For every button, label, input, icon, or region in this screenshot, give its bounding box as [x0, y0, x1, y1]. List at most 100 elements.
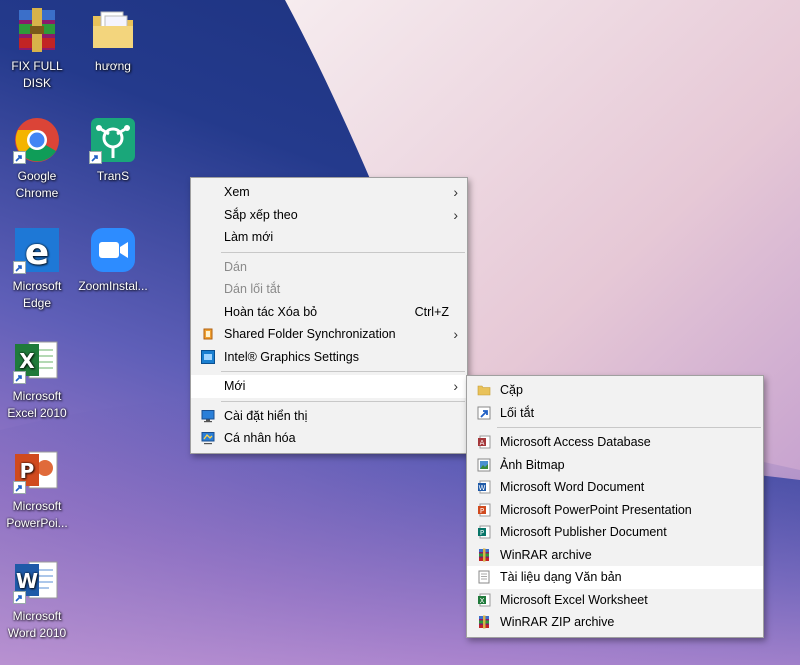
menu-separator [497, 427, 761, 428]
svg-text:X: X [480, 597, 485, 605]
menu-item-view[interactable]: Xem › [191, 181, 467, 204]
svg-text:W: W [16, 569, 38, 593]
svg-text:X: X [19, 349, 35, 373]
new-item-shortcut[interactable]: Lối tắt [467, 402, 763, 425]
new-item-text-document[interactable]: Tài liệu dạng Văn bản [467, 566, 763, 589]
folder-icon [89, 6, 137, 54]
shortcut-arrow-icon [13, 591, 26, 604]
desktop-context-menu: Xem › Sắp xếp theo › Làm mới Dán Dán lối… [190, 177, 468, 454]
menu-item-label: Ảnh Bitmap [500, 457, 565, 472]
menu-item-label: Cá nhân hóa [224, 431, 296, 445]
menu-item-label: Làm mới [224, 230, 274, 244]
menu-item-label: Cài đặt hiển thị [224, 408, 308, 423]
desktop-icon-fix-full-disk[interactable]: FIX FULL DISK [0, 6, 74, 92]
new-item-access-database[interactable]: A Microsoft Access Database [467, 431, 763, 454]
menu-item-label: Cặp [500, 383, 523, 397]
shortcut-arrow-icon [13, 481, 26, 494]
menu-separator [221, 400, 465, 402]
shortcut-arrow-icon [13, 261, 26, 274]
publisher-doc-icon: P [477, 525, 491, 539]
menu-item-label: Microsoft PowerPoint Presentation [500, 502, 692, 517]
desktop-icon-label: hương [95, 59, 131, 73]
winrar-icon [477, 548, 491, 562]
menu-item-personalize[interactable]: Cá nhân hóa [191, 427, 467, 450]
menu-separator [221, 371, 465, 372]
text-doc-icon [477, 570, 491, 584]
menu-separator [221, 251, 465, 253]
zoom-icon [89, 226, 137, 274]
svg-text:W: W [479, 484, 486, 492]
shortcut-arrow-icon [13, 151, 26, 164]
excel-doc-icon: X [477, 593, 491, 607]
svg-text:e: e [25, 232, 49, 273]
desktop-icon-microsoft-word[interactable]: W Microsoft Word 2010 [0, 556, 74, 642]
chrome-icon [13, 116, 61, 164]
winrar-icon [13, 6, 61, 54]
menu-item-refresh[interactable]: Làm mới [191, 226, 467, 249]
desktop-icon-label: Microsoft PowerPoi... [6, 499, 68, 530]
chevron-right-icon: › [453, 378, 458, 394]
svg-text:P: P [20, 459, 35, 483]
folder-icon [477, 383, 491, 397]
menu-item-label: Microsoft Excel Worksheet [500, 592, 648, 607]
word-icon: W [13, 556, 61, 604]
desktop-icon-label: Microsoft Edge [12, 279, 62, 310]
menu-item-sort-by[interactable]: Sắp xếp theo › [191, 204, 467, 227]
menu-item-label: Dán [224, 259, 247, 274]
menu-item-label: Microsoft Publisher Document [500, 525, 667, 539]
access-icon: A [477, 435, 491, 449]
menu-item-label: Mới [224, 379, 246, 393]
menu-item-paste-shortcut[interactable]: Dán lối tắt [191, 278, 467, 301]
menu-item-paste[interactable]: Dán [191, 256, 467, 279]
desktop-icon-huong[interactable]: hương [76, 6, 150, 75]
svg-text:P: P [480, 529, 484, 537]
winrar-zip-icon [477, 615, 491, 629]
menu-item-intel-graphics[interactable]: Intel® Graphics Settings [191, 346, 467, 369]
new-item-excel-worksheet[interactable]: X Microsoft Excel Worksheet [467, 589, 763, 612]
new-submenu: Cặp Lối tắt A Microsoft Access Database … [466, 375, 764, 638]
svg-text:P: P [480, 507, 484, 515]
desktop[interactable]: FIX FULL DISK hương Google Chrome TranS … [0, 0, 800, 665]
desktop-icon-microsoft-edge[interactable]: e Microsoft Edge [0, 226, 74, 312]
powerpoint-icon: P [13, 446, 61, 494]
desktop-icon-google-chrome[interactable]: Google Chrome [0, 116, 74, 202]
chevron-right-icon: › [453, 184, 458, 200]
new-item-folder[interactable]: Cặp [467, 379, 763, 402]
menu-item-label: Hoàn tác Xóa bỏ [224, 304, 318, 319]
personalize-icon [201, 431, 215, 445]
menu-item-label: WinRAR archive [500, 547, 592, 562]
desktop-icon-label: Microsoft Word 2010 [7, 609, 67, 640]
menu-item-undo-delete[interactable]: Hoàn tác Xóa bỏ Ctrl+Z [191, 301, 467, 324]
desktop-icon-trans[interactable]: TranS [76, 116, 150, 185]
new-item-winrar-archive[interactable]: WinRAR archive [467, 544, 763, 567]
trans-icon [89, 116, 137, 164]
menu-item-label: Xem [224, 185, 250, 199]
menu-item-shared-folder-sync[interactable]: Shared Folder Synchronization › [191, 323, 467, 346]
edge-icon: e [13, 226, 61, 274]
shortcut-icon [477, 406, 491, 420]
excel-icon: X [13, 336, 61, 384]
powerpoint-doc-icon: P [477, 503, 491, 517]
menu-item-label: Microsoft Word Document [500, 480, 645, 494]
desktop-icon-label: Microsoft Excel 2010 [7, 389, 67, 420]
desktop-icon-microsoft-excel[interactable]: X Microsoft Excel 2010 [0, 336, 74, 422]
chevron-right-icon: › [453, 326, 458, 342]
menu-item-label: Sắp xếp theo [224, 207, 298, 222]
new-item-bitmap[interactable]: Ảnh Bitmap [467, 454, 763, 477]
desktop-icon-label: FIX FULL DISK [11, 59, 63, 90]
new-item-powerpoint-presentation[interactable]: P Microsoft PowerPoint Presentation [467, 499, 763, 522]
menu-item-new[interactable]: Mới › [191, 375, 467, 398]
new-item-word-document[interactable]: W Microsoft Word Document [467, 476, 763, 499]
chevron-right-icon: › [453, 206, 458, 223]
menu-item-label: Lối tắt [500, 405, 535, 420]
desktop-icon-label: TranS [96, 169, 130, 183]
keyboard-shortcut: Ctrl+Z [414, 304, 449, 319]
desktop-icon-label: Google Chrome [15, 169, 59, 200]
desktop-icon-microsoft-powerpoint[interactable]: P Microsoft PowerPoi... [0, 446, 74, 532]
desktop-icon-zoominstaller[interactable]: ZoomInstal... [76, 226, 150, 295]
shortcut-arrow-icon [13, 371, 26, 384]
svg-text:A: A [480, 439, 485, 447]
new-item-winrar-zip-archive[interactable]: WinRAR ZIP archive [467, 611, 763, 634]
menu-item-display-settings[interactable]: Cài đặt hiển thị [191, 405, 467, 428]
new-item-publisher-document[interactable]: P Microsoft Publisher Document [467, 521, 763, 544]
